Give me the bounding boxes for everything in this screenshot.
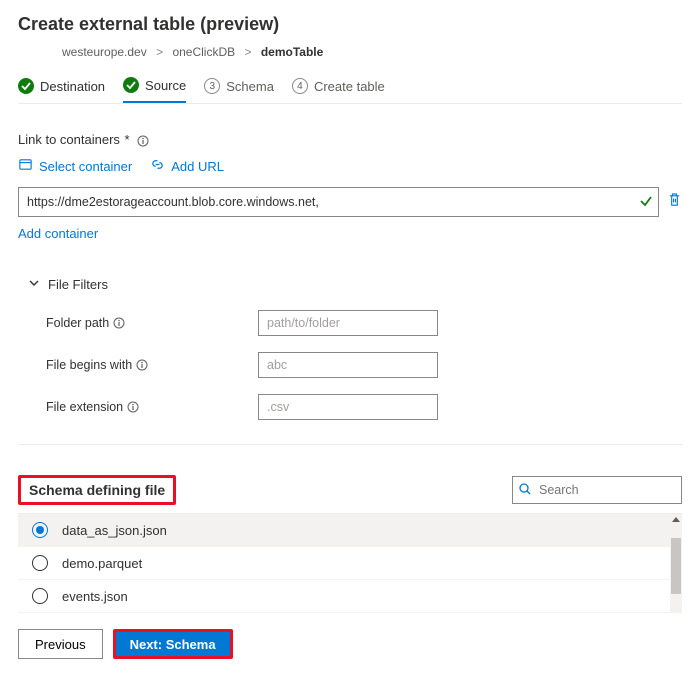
file-name: events.json bbox=[62, 589, 128, 604]
file-extension-label: File extension bbox=[28, 400, 258, 414]
divider bbox=[18, 444, 682, 445]
file-begins-with-input[interactable] bbox=[258, 352, 438, 378]
breadcrumb: westeurope.dev > oneClickDB > demoTable bbox=[62, 45, 682, 59]
wizard-step-destination[interactable]: Destination bbox=[18, 77, 105, 103]
radio-icon[interactable] bbox=[32, 588, 48, 604]
next-schema-button[interactable]: Next: Schema bbox=[113, 629, 233, 659]
checkmark-icon bbox=[123, 77, 139, 93]
schema-file-list: data_as_json.json demo.parquet events.js… bbox=[18, 513, 682, 613]
wizard-step-schema[interactable]: 3 Schema bbox=[204, 77, 274, 103]
file-extension-input[interactable] bbox=[258, 394, 438, 420]
add-url-label: Add URL bbox=[171, 159, 224, 174]
breadcrumb-sep-icon: > bbox=[156, 45, 163, 59]
search-input[interactable] bbox=[512, 476, 682, 504]
container-url-input[interactable] bbox=[18, 187, 659, 217]
file-name: data_as_json.json bbox=[62, 523, 167, 538]
select-container-label: Select container bbox=[39, 159, 132, 174]
info-icon[interactable] bbox=[113, 317, 125, 329]
checkmark-icon bbox=[18, 78, 34, 94]
breadcrumb-table: demoTable bbox=[261, 45, 323, 59]
list-item[interactable]: demo.parquet bbox=[18, 547, 682, 580]
file-begins-with-label: File begins with bbox=[28, 358, 258, 372]
scrollbar[interactable] bbox=[670, 514, 682, 613]
container-icon bbox=[18, 157, 33, 175]
add-url-button[interactable]: Add URL bbox=[150, 157, 224, 175]
wizard-steps: Destination Source 3 Schema 4 Create tab… bbox=[18, 77, 682, 104]
previous-button[interactable]: Previous bbox=[18, 629, 103, 659]
page-title: Create external table (preview) bbox=[18, 14, 682, 35]
valid-check-icon bbox=[639, 194, 653, 213]
wizard-step-source[interactable]: Source bbox=[123, 77, 186, 103]
wizard-step-label: Destination bbox=[40, 79, 105, 94]
breadcrumb-sep-icon: > bbox=[244, 45, 251, 59]
folder-path-label: Folder path bbox=[28, 316, 258, 330]
select-container-button[interactable]: Select container bbox=[18, 157, 132, 175]
breadcrumb-db[interactable]: oneClickDB bbox=[172, 45, 235, 59]
file-filters-label: File Filters bbox=[48, 277, 108, 292]
step-number-icon: 3 bbox=[204, 78, 220, 94]
wizard-step-label: Schema bbox=[226, 79, 274, 94]
info-icon[interactable] bbox=[137, 135, 149, 147]
wizard-step-label: Create table bbox=[314, 79, 385, 94]
radio-icon[interactable] bbox=[32, 522, 48, 538]
radio-icon[interactable] bbox=[32, 555, 48, 571]
list-item[interactable]: events.json bbox=[18, 580, 682, 613]
file-filters-toggle[interactable]: File Filters bbox=[28, 277, 682, 292]
wizard-step-label: Source bbox=[145, 78, 186, 93]
schema-defining-file-title: Schema defining file bbox=[18, 475, 176, 505]
scroll-thumb[interactable] bbox=[671, 538, 681, 594]
scroll-up-icon[interactable] bbox=[672, 517, 680, 522]
delete-icon[interactable] bbox=[667, 192, 682, 212]
folder-path-input[interactable] bbox=[258, 310, 438, 336]
search-icon bbox=[518, 482, 532, 501]
list-item[interactable]: data_as_json.json bbox=[18, 514, 682, 547]
info-icon[interactable] bbox=[127, 401, 139, 413]
link-to-containers-label: Link to containers * bbox=[18, 132, 682, 147]
add-container-link[interactable]: Add container bbox=[18, 226, 98, 241]
info-icon[interactable] bbox=[136, 359, 148, 371]
step-number-icon: 4 bbox=[292, 78, 308, 94]
wizard-step-create[interactable]: 4 Create table bbox=[292, 77, 385, 103]
link-icon bbox=[150, 157, 165, 175]
file-name: demo.parquet bbox=[62, 556, 142, 571]
breadcrumb-root[interactable]: westeurope.dev bbox=[62, 45, 147, 59]
chevron-down-icon bbox=[28, 277, 40, 292]
